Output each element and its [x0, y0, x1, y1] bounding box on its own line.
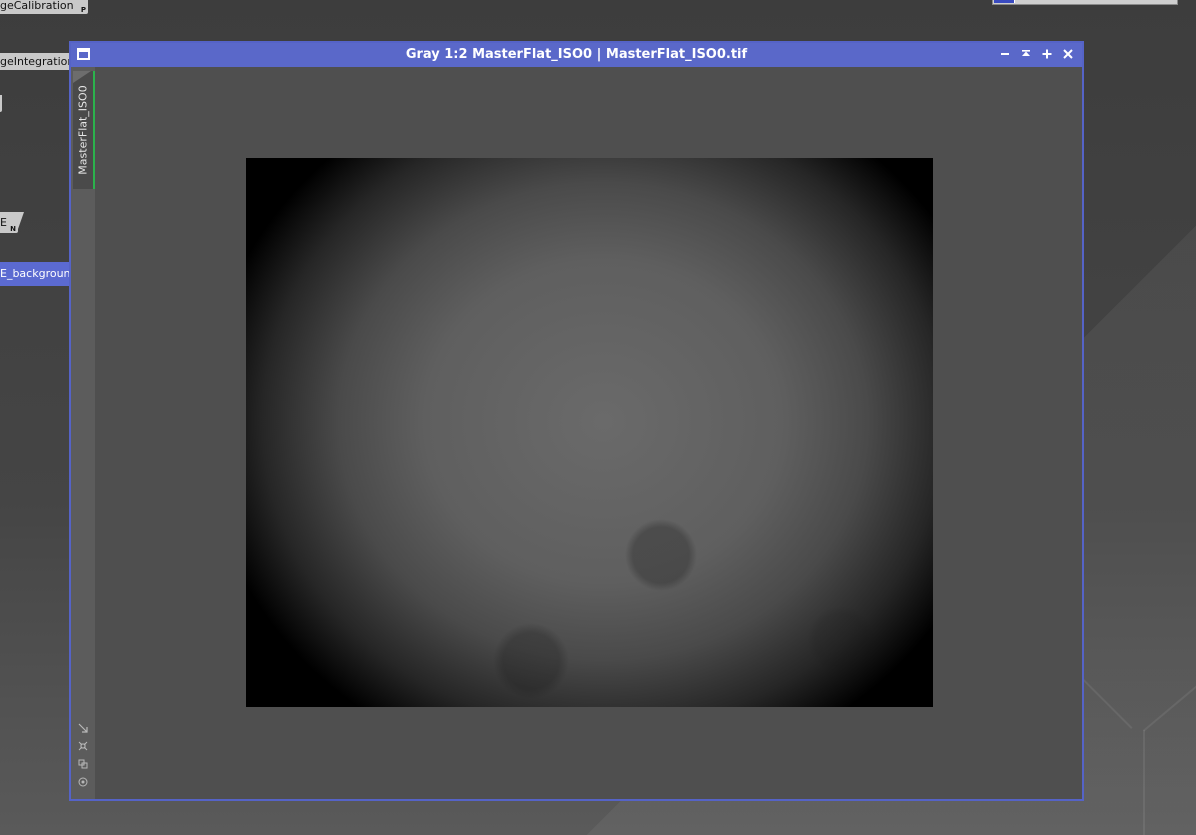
view-tab-label: MasterFlat_ISO0	[76, 85, 90, 175]
fit-view-icon[interactable]	[71, 721, 95, 739]
process-icon-label: geCalibration	[0, 0, 74, 12]
sidebar-tools	[71, 721, 95, 793]
process-icon-label: geIntegration	[0, 55, 75, 68]
close-button[interactable]	[1057, 44, 1078, 66]
shade-button[interactable]	[1015, 44, 1036, 66]
top-right-panel[interactable]	[992, 0, 1178, 5]
process-icon-corner: P	[80, 6, 86, 14]
process-icon-e[interactable]: E N	[0, 212, 24, 233]
zoom-fit-icon[interactable]	[71, 739, 95, 757]
window-icon[interactable]	[77, 48, 90, 60]
window-controls	[994, 43, 1078, 67]
window-title-bar[interactable]: Gray 1:2 MasterFlat_ISO0 | MasterFlat_IS…	[71, 43, 1082, 67]
process-icon-label: E	[0, 216, 7, 229]
panel-swatch	[994, 0, 1015, 3]
background-line	[1143, 678, 1196, 732]
background-line	[1081, 678, 1133, 729]
process-icon-partial[interactable]	[0, 95, 2, 112]
workspace-desktop: geCalibration P geIntegration E N E_back…	[0, 0, 1196, 835]
process-icon-image-integration[interactable]: geIntegration	[0, 53, 78, 70]
process-icon-corner: N	[10, 225, 16, 233]
view-tab-masterflat[interactable]: MasterFlat_ISO0	[73, 71, 95, 189]
view-sidebar: MasterFlat_ISO0	[71, 67, 95, 799]
process-icon-image-calibration[interactable]: geCalibration P	[0, 0, 88, 14]
close-icon	[1062, 49, 1073, 59]
image-viewport[interactable]	[95, 67, 1082, 799]
plus-icon	[1042, 49, 1051, 59]
master-flat-image[interactable]	[246, 158, 933, 707]
minimize-button[interactable]	[994, 44, 1015, 66]
shade-icon	[1021, 50, 1030, 56]
process-icon-label: E_background	[0, 267, 78, 280]
image-window[interactable]: Gray 1:2 MasterFlat_ISO0 | MasterFlat_IS…	[69, 41, 1084, 801]
clone-view-icon[interactable]	[71, 757, 95, 775]
background-line	[1143, 730, 1145, 835]
maximize-button[interactable]	[1036, 44, 1057, 66]
window-title: Gray 1:2 MasterFlat_ISO0 | MasterFlat_IS…	[405, 47, 748, 62]
view-settings-icon[interactable]	[71, 775, 95, 793]
minimize-icon	[1000, 53, 1009, 55]
